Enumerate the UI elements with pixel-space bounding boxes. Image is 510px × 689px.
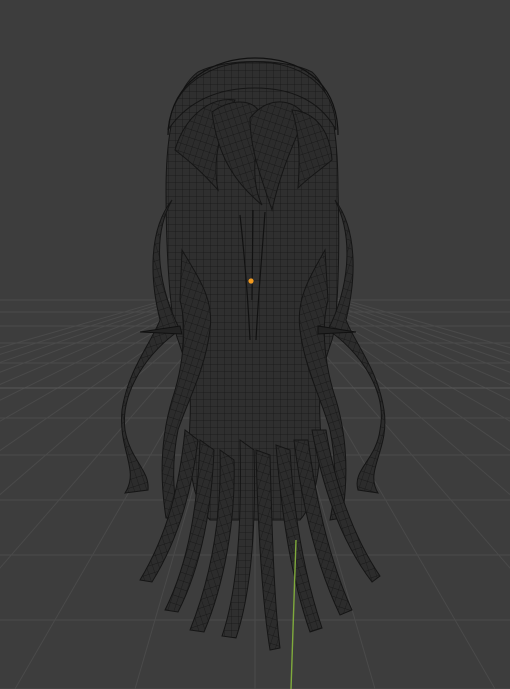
3d-viewport[interactable] <box>0 0 510 689</box>
object-origin-dot[interactable] <box>247 277 255 285</box>
viewport-canvas[interactable] <box>0 0 510 689</box>
